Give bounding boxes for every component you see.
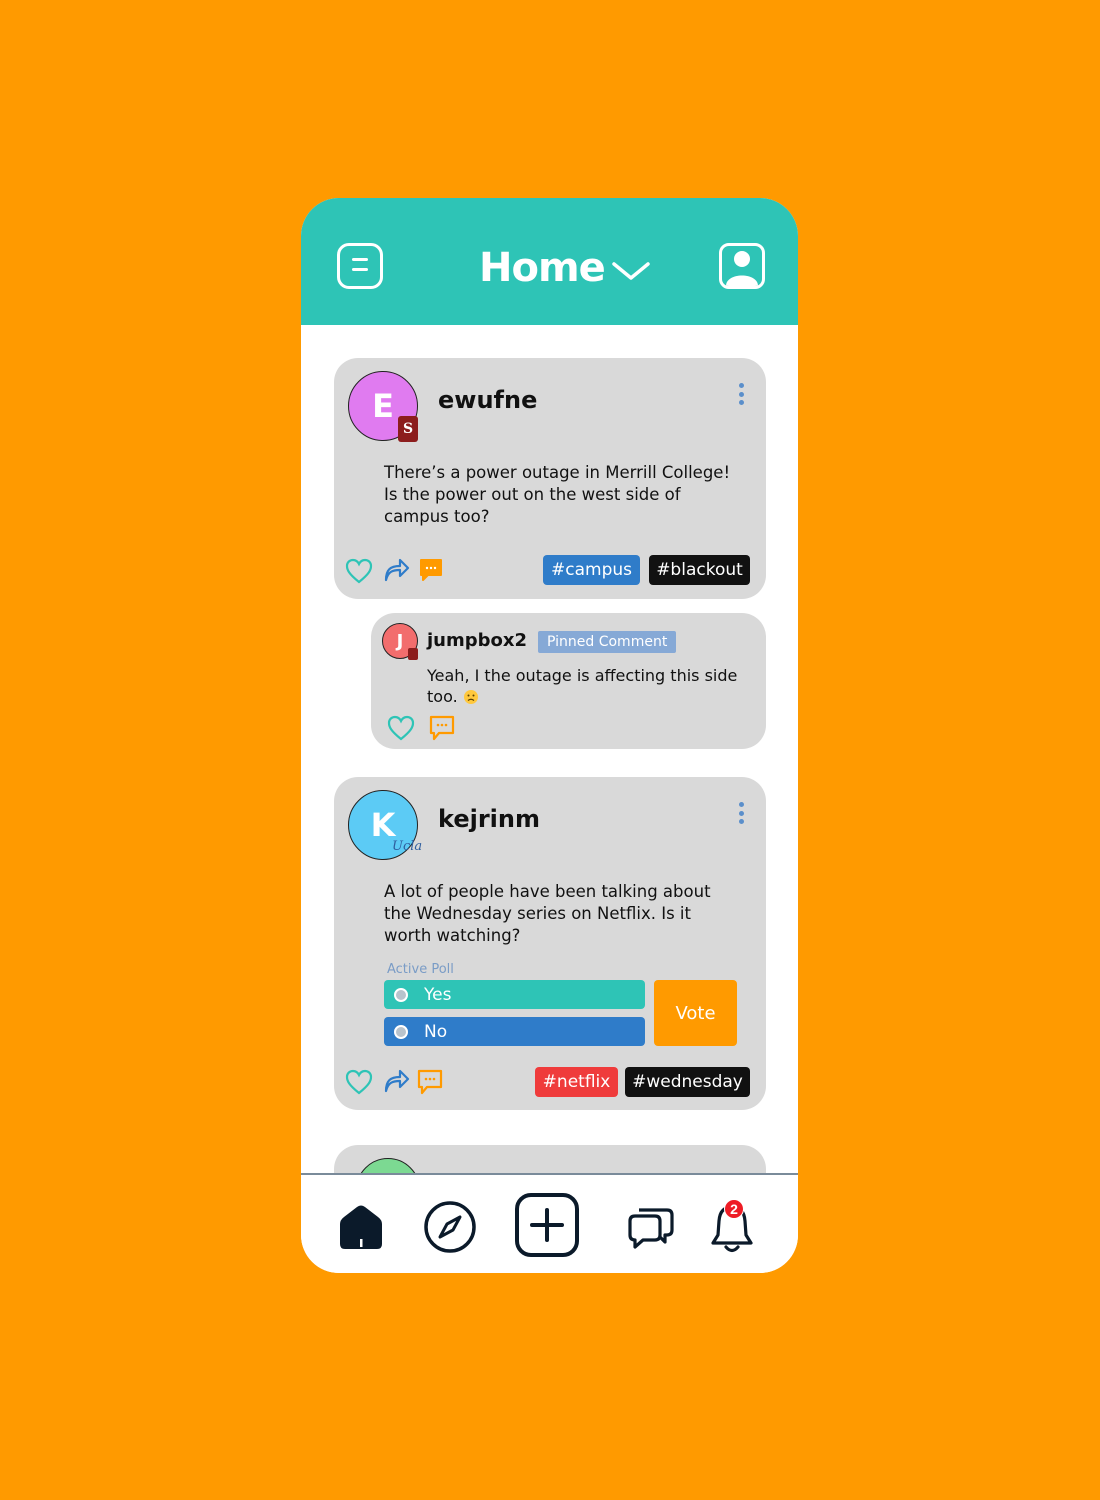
more-options-icon[interactable] [737, 383, 745, 409]
heart-icon[interactable] [387, 715, 415, 741]
home-icon[interactable] [337, 1204, 385, 1250]
radio-icon [394, 1024, 408, 1039]
person-icon [726, 251, 758, 286]
school-badge-icon: Ucla [392, 839, 423, 854]
feed-selector[interactable]: Home [479, 243, 651, 293]
comment-username[interactable]: jumpbox2 [427, 630, 527, 651]
hashtag[interactable]: #campus [543, 555, 640, 585]
top-bar: Home [301, 198, 798, 325]
school-badge-icon: S [398, 416, 418, 442]
explore-icon[interactable] [423, 1200, 477, 1254]
share-icon[interactable] [382, 1067, 410, 1093]
create-post-icon[interactable] [514, 1192, 580, 1258]
pinned-badge: Pinned Comment [538, 631, 677, 653]
more-options-icon[interactable] [737, 802, 745, 828]
post-text: A lot of people have been talking about … [384, 882, 711, 945]
profile-icon[interactable] [719, 243, 765, 289]
page-title: Home [479, 245, 606, 291]
pinned-comment-card[interactable]: J jumpbox2 Pinned Comment Yeah, I the ou… [371, 613, 766, 749]
sad-face-emoji-icon [463, 689, 478, 704]
hashtag[interactable]: #netflix [535, 1067, 618, 1097]
chevron-down-icon [612, 262, 650, 280]
post-username[interactable]: kejrinm [438, 805, 540, 833]
post-text: There’s a power outage in Merrill Colleg… [384, 463, 731, 526]
post-card[interactable]: K Ucla kejrinm A lot of people have been… [334, 777, 766, 1110]
vote-button[interactable]: Vote [654, 980, 737, 1046]
poll-option-no[interactable]: No [384, 1017, 645, 1046]
hashtag[interactable]: #wednesday [625, 1067, 750, 1097]
hashtag[interactable]: #blackout [649, 555, 750, 585]
menu-icon[interactable] [337, 243, 383, 289]
post-username[interactable]: ewufne [438, 386, 537, 414]
comment-text: Yeah, I the outage is affecting this sid… [427, 666, 738, 706]
heart-icon[interactable] [345, 558, 373, 584]
school-badge-icon [408, 648, 418, 660]
comment-icon[interactable] [416, 1068, 444, 1096]
phone-frame: Home E S ewufne There’s a power outage i… [301, 198, 798, 1273]
messages-icon[interactable] [625, 1202, 675, 1252]
comment-icon[interactable] [428, 714, 456, 742]
share-icon[interactable] [382, 556, 410, 582]
poll-option-yes[interactable]: Yes [384, 980, 645, 1009]
notification-badge: 2 [724, 1199, 744, 1219]
comment-icon[interactable] [418, 557, 444, 583]
poll-label: Active Poll [387, 962, 454, 977]
post-card[interactable]: E S ewufne There’s a power outage in Mer… [334, 358, 766, 599]
bottom-nav [301, 1173, 798, 1273]
heart-icon[interactable] [345, 1069, 373, 1095]
radio-icon [394, 987, 408, 1002]
